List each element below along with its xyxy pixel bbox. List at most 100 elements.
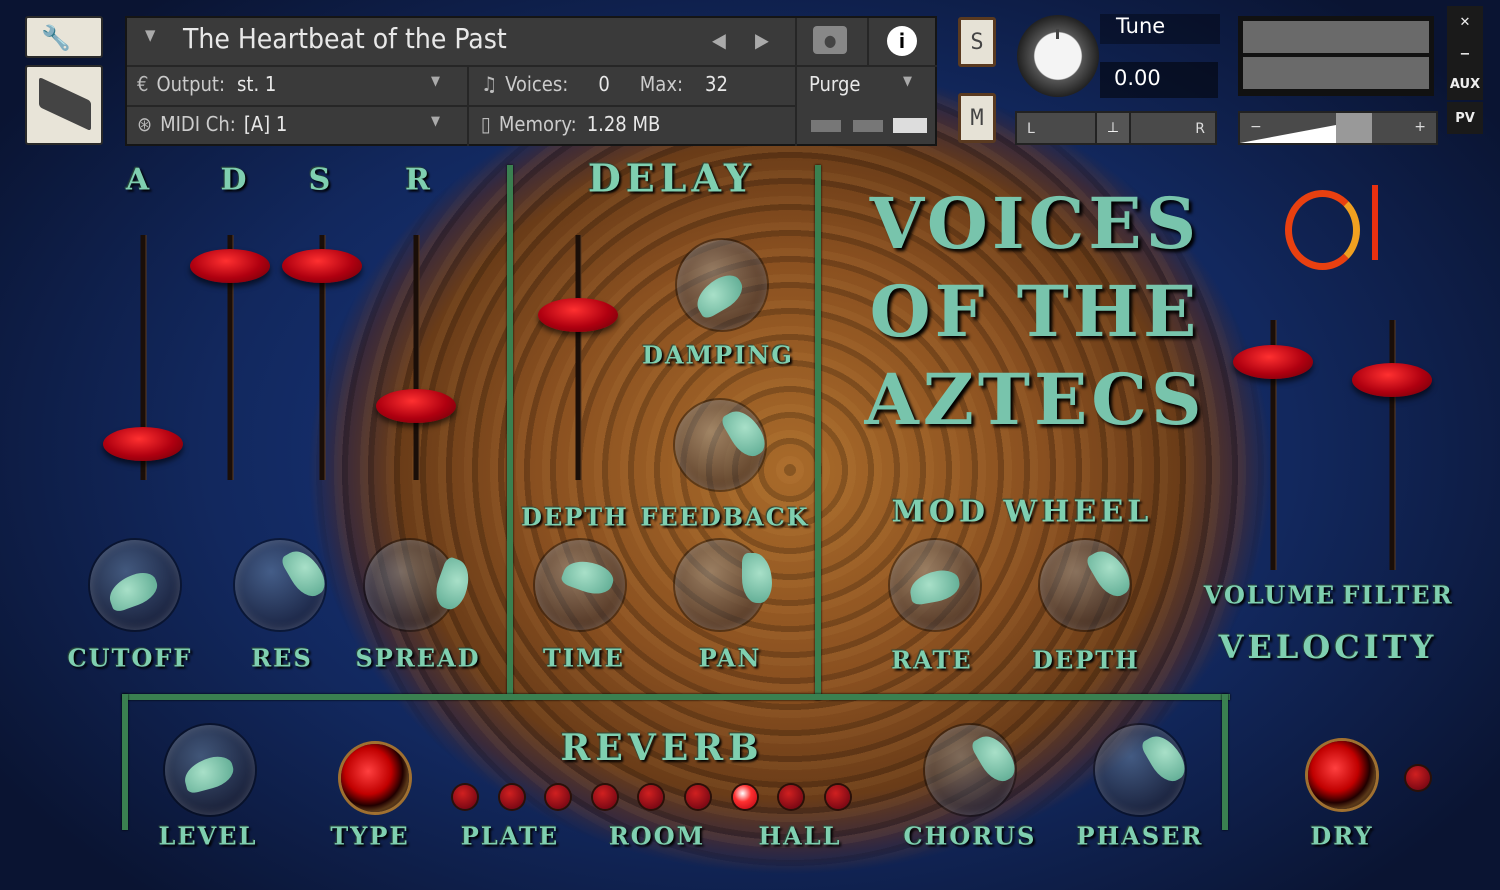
velocity-filter-slider-thumb[interactable] [1352, 362, 1432, 397]
cutoff-knob[interactable] [90, 540, 180, 630]
tune-knob[interactable] [1017, 15, 1099, 97]
res-label: RES [251, 643, 313, 673]
pan-slider[interactable]: L ⊥ R [1015, 111, 1217, 145]
keyboard-button[interactable] [25, 65, 103, 145]
type-button[interactable] [341, 744, 409, 812]
output-field[interactable]: € Output: st. 1 [137, 72, 276, 96]
reverb-type-led[interactable] [453, 785, 477, 809]
phaser-knob[interactable] [1095, 725, 1191, 815]
mute-button[interactable]: M [958, 93, 996, 143]
sustain-slider-thumb[interactable] [282, 248, 362, 283]
divider [1222, 694, 1228, 830]
view-button-3[interactable] [893, 118, 927, 133]
view-button-2[interactable] [853, 120, 883, 132]
prev-preset-icon[interactable]: ◀ [712, 28, 726, 52]
output-icon: € [137, 72, 149, 96]
time-label: TIME [543, 643, 625, 673]
tune-value[interactable]: 0.00 [1100, 62, 1218, 98]
camera-icon[interactable]: ● [813, 26, 847, 54]
delay-depth-slider-thumb[interactable] [538, 298, 618, 333]
wrench-icon: 🔧 [41, 24, 71, 52]
pan-knob[interactable] [675, 540, 772, 630]
reverb-type-led[interactable] [825, 785, 850, 809]
release-slider-track[interactable] [413, 235, 419, 480]
instrument-name[interactable]: The Heartbeat of the Past [183, 22, 507, 55]
pan-label: PAN [698, 643, 762, 673]
velocity-volume-slider-thumb[interactable] [1233, 345, 1313, 379]
voices-display: ♫ Voices: 0 Max: 32 [481, 72, 728, 96]
tune-label: Tune [1100, 14, 1220, 44]
damping-knob[interactable] [677, 240, 767, 330]
reverb-type-led[interactable] [592, 785, 617, 809]
mod-wheel-title: MOD WHEEL [891, 494, 1153, 530]
dry-label: DRY [1310, 821, 1374, 851]
solo-button[interactable]: S [958, 17, 996, 67]
wrench-button[interactable]: 🔧 [25, 16, 103, 58]
memory-icon: ▯ [481, 112, 491, 136]
view-button-1[interactable] [811, 120, 841, 132]
reverb-type-led[interactable] [779, 785, 804, 809]
mod-depth-knob[interactable] [1040, 540, 1136, 630]
delay-title: DELAY [587, 155, 757, 201]
spread-knob[interactable] [365, 540, 476, 630]
title-art: VOICES OF THE AZTECS [864, 182, 1206, 441]
meter-right [1243, 57, 1429, 89]
feedback-knob[interactable] [675, 400, 771, 490]
info-icon[interactable]: i [887, 26, 917, 56]
volume-handle[interactable] [1336, 113, 1372, 143]
attack-label: A [125, 162, 155, 198]
attack-slider-thumb[interactable] [103, 427, 183, 462]
next-preset-icon[interactable]: ▶ [755, 28, 769, 52]
purge-button[interactable]: Purge [809, 72, 860, 96]
close-button[interactable]: ✕ [1447, 6, 1483, 38]
midi-dropdown-icon[interactable]: ▼ [431, 114, 440, 129]
pan-handle-icon[interactable]: ⊥ [1095, 113, 1131, 143]
reverb-type-led[interactable] [546, 785, 571, 809]
decay-slider-thumb[interactable] [190, 248, 270, 283]
time-knob[interactable] [535, 540, 625, 630]
chorus-label: CHORUS [903, 821, 1037, 851]
velocity-filter-slider-track[interactable] [1389, 320, 1395, 570]
release-slider-thumb[interactable] [376, 388, 456, 423]
room-label: ROOM [608, 821, 706, 851]
release-label: R [405, 162, 435, 198]
res-knob[interactable] [235, 540, 331, 630]
dry-button[interactable] [1308, 741, 1376, 809]
velocity-title: VELOCITY [1218, 628, 1438, 666]
delay-depth-label: DEPTH [521, 502, 629, 532]
velocity-filter-label: FILTER [1342, 580, 1454, 610]
reverb-type-led[interactable] [732, 785, 757, 809]
reverb-type-led[interactable] [499, 785, 524, 809]
type-label: TYPE [330, 821, 410, 851]
instrument-menu-arrow-icon[interactable]: ▼ [145, 26, 155, 44]
developer-logo [1285, 190, 1360, 270]
output-dropdown-icon[interactable]: ▼ [431, 74, 440, 89]
aux-button[interactable]: AUX [1447, 68, 1483, 100]
hall-label: HALL [758, 821, 842, 851]
reverb-type-led[interactable] [639, 785, 664, 809]
dry-led[interactable] [1406, 766, 1430, 790]
level-knob[interactable] [165, 725, 255, 815]
instrument-header: ▼ The Heartbeat of the Past ◀ ▶ ● i € Out… [125, 16, 937, 146]
reverb-frame [122, 694, 1230, 700]
chorus-knob[interactable] [925, 725, 1021, 815]
rate-knob[interactable] [890, 540, 980, 630]
volume-slider[interactable]: − + [1238, 111, 1438, 145]
pv-button[interactable]: PV [1447, 102, 1483, 134]
level-meter [1238, 16, 1434, 96]
midi-channel-field[interactable]: ⊛ MIDI Ch: [A] 1 [137, 112, 287, 136]
mod-depth-label: DEPTH [1032, 645, 1140, 675]
minimize-button[interactable]: − [1447, 38, 1483, 70]
reverb-type-led[interactable] [686, 785, 710, 809]
feedback-label: FEEDBACK [640, 502, 810, 532]
spread-label: SPREAD [355, 643, 481, 673]
meter-left [1243, 21, 1429, 53]
delay-depth-slider-track[interactable] [575, 235, 581, 480]
phaser-label: PHASER [1076, 821, 1204, 851]
velocity-volume-label: VOLUME [1203, 580, 1337, 610]
level-label: LEVEL [158, 821, 258, 851]
cutoff-label: CUTOFF [67, 643, 193, 673]
sustain-label: S [308, 162, 336, 198]
purge-dropdown-icon[interactable]: ▼ [903, 74, 912, 89]
divider [815, 165, 821, 700]
